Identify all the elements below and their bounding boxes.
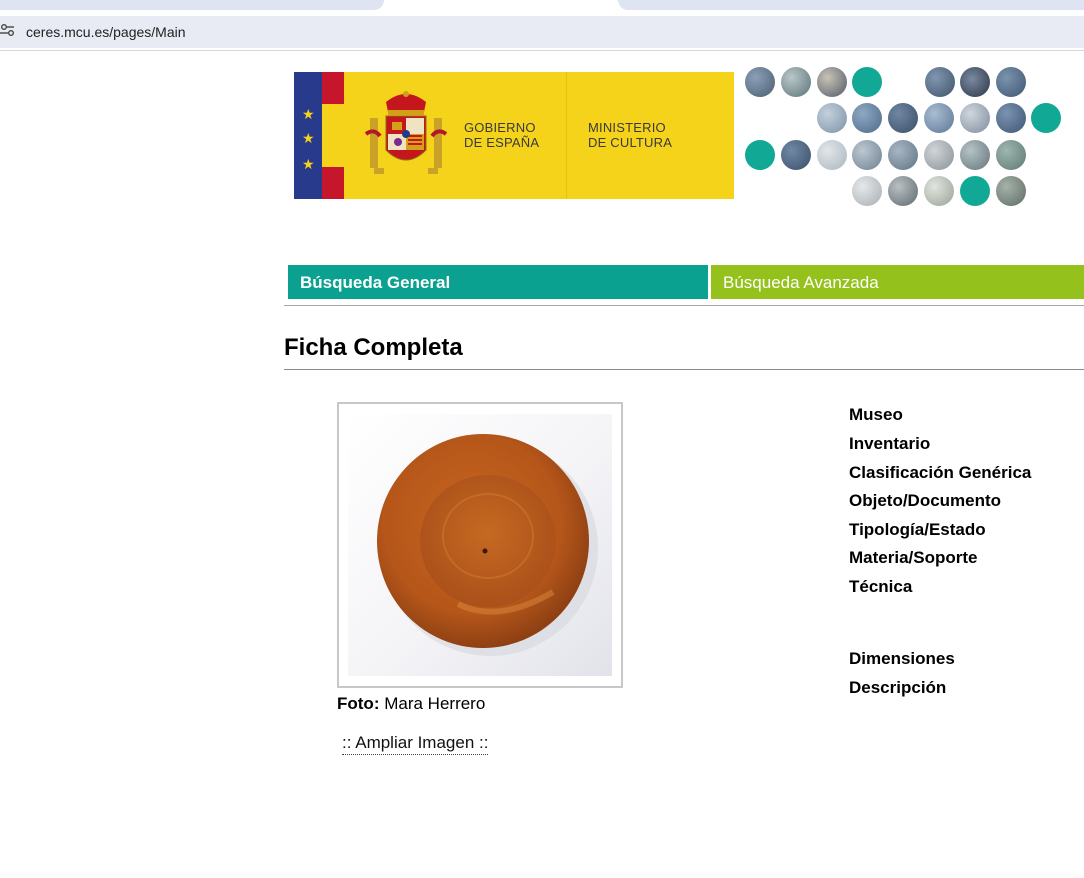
field-museo: Museo — [849, 405, 903, 424]
star-icon: ★ — [302, 130, 315, 146]
gobierno-logo-text: GOBIERNO DE ESPAÑA — [464, 120, 540, 150]
photo-credit: Foto: Mara Herrero — [337, 694, 485, 714]
star-icon: ★ — [302, 106, 315, 122]
browser-tab[interactable] — [0, 0, 384, 10]
field-clasificacion-generica: Clasificación Genérica — [849, 463, 1032, 482]
chrome-divider — [0, 50, 1084, 51]
star-icon: ★ — [302, 156, 315, 172]
field-inventario: Inventario — [849, 434, 931, 453]
decor-dot — [924, 176, 954, 206]
tune-icon[interactable] — [0, 22, 16, 38]
decor-dot — [817, 140, 847, 170]
decor-dot — [996, 67, 1026, 97]
field-objeto-documento: Objeto/Documento — [849, 491, 1002, 510]
decor-dot — [996, 103, 1026, 133]
decor-dot — [852, 140, 882, 170]
decor-dot — [852, 67, 882, 97]
decor-dot — [817, 67, 847, 97]
browser-tab[interactable] — [618, 0, 1084, 10]
decor-dot — [960, 176, 990, 206]
url-text[interactable]: ceres.mcu.es/pages/Main — [26, 24, 186, 40]
decor-dot — [924, 103, 954, 133]
field-tecnica: Técnica — [849, 577, 913, 596]
photo-credit-name: Mara Herrero — [384, 694, 486, 713]
decor-dot — [924, 140, 954, 170]
ministerio-logo-text: MINISTERIO DE CULTURA — [588, 120, 673, 150]
decor-dot — [888, 176, 918, 206]
decor-dot — [888, 140, 918, 170]
decor-dot — [960, 67, 990, 97]
decor-dot — [781, 140, 811, 170]
decor-dot — [888, 103, 918, 133]
decor-dot — [781, 67, 811, 97]
government-banner: ★ ★ ★ GOBIERNO DE ESPAÑA MINISTERIO DE C… — [294, 72, 734, 199]
field-tipologia-estado: Tipología/Estado — [849, 520, 986, 539]
browser-tab-strip — [0, 0, 1084, 12]
photo-credit-label: Foto: — [337, 694, 380, 713]
title-divider — [284, 369, 1084, 370]
field-materia-soporte: Materia/Soporte — [849, 548, 978, 567]
decor-dot — [852, 103, 882, 133]
object-image-frame[interactable] — [337, 402, 623, 688]
tab-busqueda-avanzada-label: Búsqueda Avanzada — [723, 273, 879, 292]
decor-dot — [996, 176, 1026, 206]
decor-dot — [817, 103, 847, 133]
decor-dot — [960, 140, 990, 170]
decor-dot — [1031, 103, 1061, 133]
tab-busqueda-general[interactable]: Búsqueda General — [288, 265, 708, 299]
decor-dot — [960, 103, 990, 133]
decor-dot — [745, 67, 775, 97]
decor-dot — [996, 140, 1026, 170]
banner-separator — [566, 72, 567, 199]
decor-dot — [925, 67, 955, 97]
decor-dot — [852, 176, 882, 206]
coat-of-arms-icon — [364, 91, 448, 174]
object-image[interactable] — [348, 414, 612, 676]
enlarge-image-link[interactable]: :: Ampliar Imagen :: — [342, 733, 489, 755]
eu-spain-flag: ★ ★ ★ — [294, 72, 344, 199]
ceramic-plate-image — [377, 434, 598, 656]
field-dimensiones: Dimensiones — [849, 649, 955, 668]
tab-busqueda-avanzada[interactable]: Búsqueda Avanzada — [711, 265, 1084, 299]
tab-busqueda-general-label: Búsqueda General — [300, 273, 451, 292]
nav-divider — [284, 305, 1084, 306]
decor-dot — [745, 140, 775, 170]
page-title: Ficha Completa — [284, 334, 463, 361]
decorative-photo-dots — [744, 66, 1074, 211]
field-descripcion: Descripción — [849, 678, 947, 697]
